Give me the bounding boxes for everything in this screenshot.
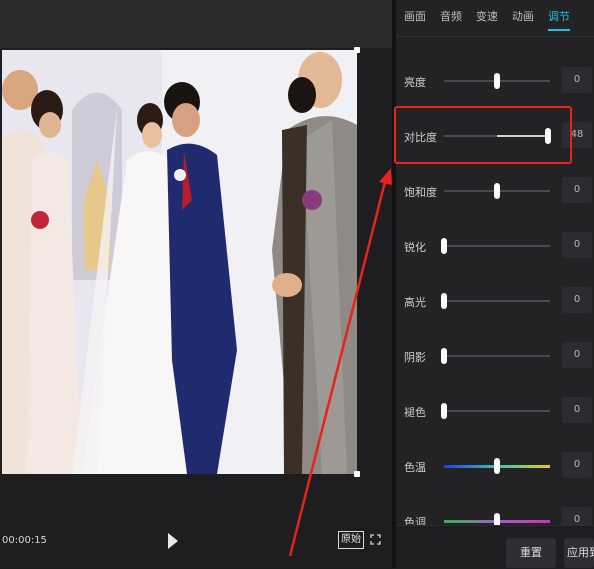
brightness-label: 亮度 [404, 76, 426, 89]
highlight-slider-thumb[interactable] [441, 293, 447, 309]
sharpen-slider-track[interactable] [441, 238, 550, 254]
tab-picture[interactable]: 画面 [404, 8, 426, 24]
video-preview-area: 00:00:15 原始 [0, 0, 392, 568]
panel-footer: 重置 应用到全部 [396, 525, 594, 569]
contrast-highlight-box [394, 106, 572, 164]
highlight-label: 高光 [404, 296, 426, 309]
brightness-value[interactable]: 0 [562, 67, 592, 93]
panel-tabs: 画面 音频 变速 动画 调节 [396, 0, 594, 36]
temperature-slider-track[interactable] [444, 458, 550, 474]
sharpen-label: 锐化 [404, 241, 426, 254]
current-timecode: 00:00:15 [2, 535, 47, 546]
tabs-separator [396, 36, 594, 37]
adjust-row-brightness: 亮度 0 [396, 65, 594, 97]
temperature-value[interactable]: 0 [562, 452, 592, 478]
adjust-row-temperature: 色温 0 [396, 450, 594, 482]
tab-adjust[interactable]: 调节 [548, 8, 570, 31]
saturation-slider-track[interactable] [444, 183, 550, 199]
saturation-slider-thumb[interactable] [494, 183, 500, 199]
preview-top-bar [0, 0, 392, 48]
adjust-row-highlight: 高光 0 [396, 285, 594, 317]
play-icon[interactable] [168, 533, 178, 549]
fade-slider-track[interactable] [441, 403, 550, 419]
fade-value[interactable]: 0 [562, 397, 592, 423]
property-panel: 画面 音频 变速 动画 调节 亮度 0 对比度 48 饱和度 0 锐化 0 高光… [396, 0, 594, 568]
saturation-value[interactable]: 0 [562, 177, 592, 203]
shadow-slider-thumb[interactable] [441, 348, 447, 364]
shadow-slider-track[interactable] [441, 348, 550, 364]
saturation-label: 饱和度 [404, 186, 437, 199]
sharpen-slider-thumb[interactable] [441, 238, 447, 254]
tab-animation[interactable]: 动画 [512, 8, 534, 24]
brightness-slider-thumb[interactable] [494, 73, 500, 89]
original-ratio-button[interactable]: 原始 [338, 531, 364, 549]
highlight-slider-track[interactable] [441, 293, 550, 309]
video-frame[interactable] [2, 50, 357, 474]
reset-button[interactable]: 重置 [506, 538, 556, 568]
adjust-row-saturation: 饱和度 0 [396, 175, 594, 207]
tab-speed[interactable]: 变速 [476, 8, 498, 24]
highlight-value[interactable]: 0 [562, 287, 592, 313]
tint-slider-track[interactable] [444, 513, 550, 529]
adjust-row-sharpen: 锐化 0 [396, 230, 594, 262]
shadow-value[interactable]: 0 [562, 342, 592, 368]
temperature-label: 色温 [404, 461, 426, 474]
adjust-row-shadow: 阴影 0 [396, 340, 594, 372]
temperature-slider-thumb[interactable] [494, 458, 500, 474]
apply-to-all-button[interactable]: 应用到全部 [564, 538, 594, 568]
brightness-slider-track[interactable] [444, 73, 550, 89]
tab-audio[interactable]: 音频 [440, 8, 462, 24]
frame-handle-bottom-right[interactable] [354, 471, 360, 477]
shadow-label: 阴影 [404, 351, 426, 364]
sharpen-value[interactable]: 0 [562, 232, 592, 258]
fullscreen-icon[interactable] [370, 534, 381, 545]
wedding-photo-illustration [2, 50, 357, 474]
adjust-row-fade: 褪色 0 [396, 395, 594, 427]
frame-handle-top-right[interactable] [354, 47, 360, 53]
fade-label: 褪色 [404, 406, 426, 419]
fade-slider-thumb[interactable] [441, 403, 447, 419]
